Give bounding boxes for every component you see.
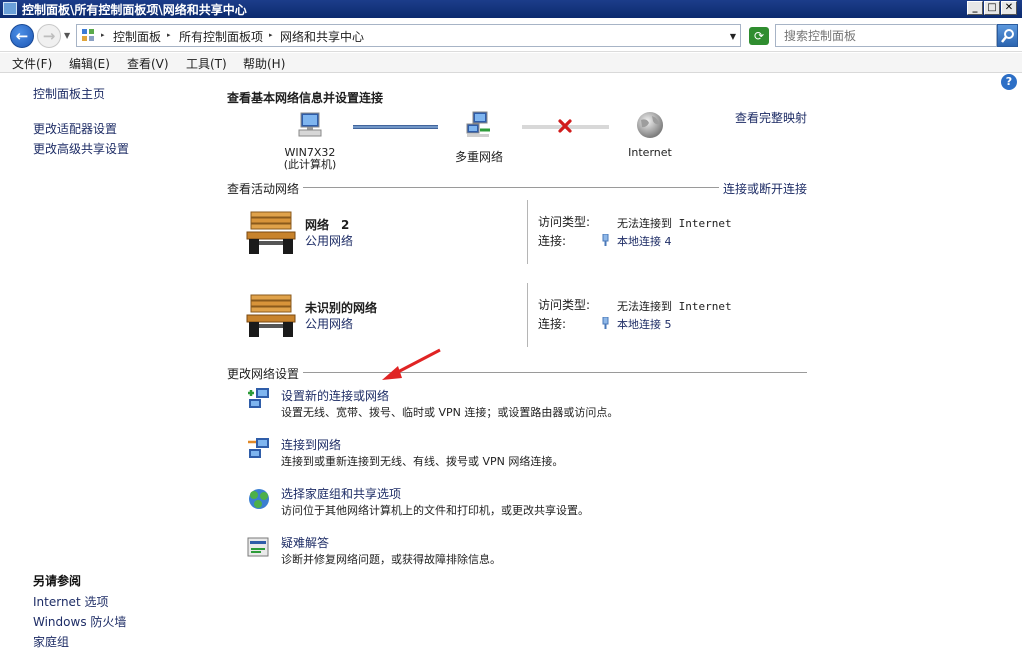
- search-input[interactable]: [775, 24, 997, 47]
- change-settings-title: 更改网络设置: [227, 365, 304, 382]
- divider: [527, 200, 528, 264]
- address-dropdown-icon[interactable]: ▼: [730, 32, 736, 41]
- homegroup-link[interactable]: 家庭组: [33, 633, 69, 650]
- computer-subtitle: (此计算机): [283, 158, 337, 171]
- control-panel-icon: [3, 2, 17, 15]
- local-connection-4-link[interactable]: 本地连接 4: [617, 233, 672, 249]
- menu-file[interactable]: 文件(F): [12, 55, 52, 72]
- multiple-networks-icon: [466, 111, 490, 137]
- control-panel-home-link[interactable]: 控制面板主页: [33, 85, 105, 102]
- local-connection-5-link[interactable]: 本地连接 5: [617, 316, 672, 332]
- computer-icon: [298, 112, 322, 137]
- public-network-bench-icon[interactable]: [245, 210, 297, 256]
- divider: [527, 283, 528, 347]
- page-title: 查看基本网络信息并设置连接: [227, 91, 384, 105]
- new-connection-icon[interactable]: [246, 386, 272, 412]
- troubleshoot-icon[interactable]: [246, 535, 272, 561]
- menu-edit[interactable]: 编辑(E): [69, 55, 110, 72]
- network-name: 未识别的网络: [305, 301, 378, 315]
- disconnected-x-icon: [558, 119, 572, 133]
- breadcrumb[interactable]: ▸ 控制面板 ▸ 所有控制面板项 ▸ 网络和共享中心 ▼: [76, 24, 741, 47]
- control-panel-icon: [82, 29, 94, 41]
- forward-button[interactable]: →: [37, 24, 61, 48]
- breadcrumb-arrow-icon[interactable]: ▸: [101, 31, 105, 39]
- internet-label: Internet: [628, 146, 672, 159]
- connection-label: 连接:: [538, 317, 567, 331]
- breadcrumb-arrow-icon[interactable]: ▸: [167, 31, 171, 39]
- network-category-link[interactable]: 公用网络: [305, 232, 353, 249]
- active-networks-title: 查看活动网络: [227, 180, 304, 197]
- troubleshoot-link[interactable]: 疑难解答: [281, 534, 329, 551]
- ethernet-plug-icon: [602, 234, 609, 246]
- homegroup-sharing-desc: 访问位于其他网络计算机上的文件和打印机，或更改共享设置。: [281, 504, 589, 517]
- maximize-button[interactable]: □: [984, 1, 1000, 15]
- minimize-button[interactable]: _: [967, 1, 983, 15]
- menu-view[interactable]: 查看(V): [127, 55, 169, 72]
- connection-line: [353, 125, 438, 129]
- access-type-label: 访问类型:: [538, 215, 591, 229]
- network-category-link[interactable]: 公用网络: [305, 315, 353, 332]
- breadcrumb-control-panel[interactable]: 控制面板: [113, 28, 161, 45]
- search-button[interactable]: [997, 24, 1018, 47]
- ethernet-plug-icon: [602, 317, 609, 329]
- connect-to-network-link[interactable]: 连接到网络: [281, 436, 341, 453]
- public-network-bench-icon[interactable]: [245, 293, 297, 339]
- menu-tools[interactable]: 工具(T): [186, 55, 227, 72]
- access-type-label: 访问类型:: [538, 298, 591, 312]
- change-advanced-sharing-link[interactable]: 更改高级共享设置: [33, 140, 129, 157]
- connect-to-network-desc: 连接到或重新连接到无线、有线、拨号或 VPN 网络连接。: [281, 455, 564, 468]
- breadcrumb-all-items[interactable]: 所有控制面板项: [179, 28, 263, 45]
- connection-label: 连接:: [538, 234, 567, 248]
- homegroup-sharing-icon[interactable]: [246, 486, 272, 512]
- globe-icon: [637, 112, 663, 138]
- active-networks-header: 查看活动网络 连接或断开连接: [227, 180, 807, 197]
- view-full-map-link[interactable]: 查看完整映射: [735, 109, 807, 126]
- connect-to-network-icon[interactable]: [246, 436, 272, 462]
- history-dropdown-icon[interactable]: ▼: [64, 31, 70, 40]
- windows-firewall-link[interactable]: Windows 防火墙: [33, 613, 126, 630]
- help-icon[interactable]: ?: [1001, 74, 1017, 90]
- back-button[interactable]: ←: [10, 24, 34, 48]
- network-name: 网络 2: [305, 218, 350, 232]
- close-button[interactable]: ✕: [1001, 1, 1017, 15]
- window-title: 控制面板\所有控制面板项\网络和共享中心: [22, 3, 247, 17]
- red-arrow-annotation-icon: [382, 348, 441, 380]
- menu-bar: 文件(F) 编辑(E) 查看(V) 工具(T) 帮助(H): [0, 53, 1022, 73]
- setup-new-connection-desc: 设置无线、宽带、拨号、临时或 VPN 连接；或设置路由器或访问点。: [281, 406, 619, 419]
- search-icon: [1001, 29, 1014, 43]
- change-adapter-settings-link[interactable]: 更改适配器设置: [33, 120, 117, 137]
- menu-help[interactable]: 帮助(H): [243, 55, 285, 72]
- map-computer[interactable]: WIN7X32 (此计算机): [280, 110, 340, 171]
- connect-disconnect-link[interactable]: 连接或断开连接: [718, 180, 807, 197]
- breadcrumb-network-center[interactable]: 网络和共享中心: [280, 28, 364, 45]
- map-multiple-networks[interactable]: 多重网络: [449, 110, 509, 163]
- see-also-title: 另请参阅: [33, 574, 82, 588]
- title-bar: 控制面板\所有控制面板项\网络和共享中心 _ □ ✕: [0, 0, 1022, 18]
- setup-new-connection-link[interactable]: 设置新的连接或网络: [281, 387, 389, 404]
- change-settings-header: 更改网络设置: [227, 365, 807, 382]
- homegroup-sharing-link[interactable]: 选择家庭组和共享选项: [281, 485, 401, 502]
- access-type-value: 无法连接到 Internet: [617, 217, 732, 230]
- breadcrumb-arrow-icon[interactable]: ▸: [269, 31, 273, 39]
- troubleshoot-desc: 诊断并修复网络问题，或获得故障排除信息。: [281, 553, 501, 566]
- internet-options-link[interactable]: Internet 选项: [33, 593, 108, 610]
- address-bar: ← → ▼ ▸ 控制面板 ▸ 所有控制面板项 ▸ 网络和共享中心 ▼ ⟳: [0, 18, 1022, 52]
- access-type-value: 无法连接到 Internet: [617, 300, 732, 313]
- multiple-networks-label: 多重网络: [454, 150, 503, 164]
- map-internet[interactable]: Internet: [620, 110, 680, 159]
- refresh-icon[interactable]: ⟳: [749, 27, 769, 45]
